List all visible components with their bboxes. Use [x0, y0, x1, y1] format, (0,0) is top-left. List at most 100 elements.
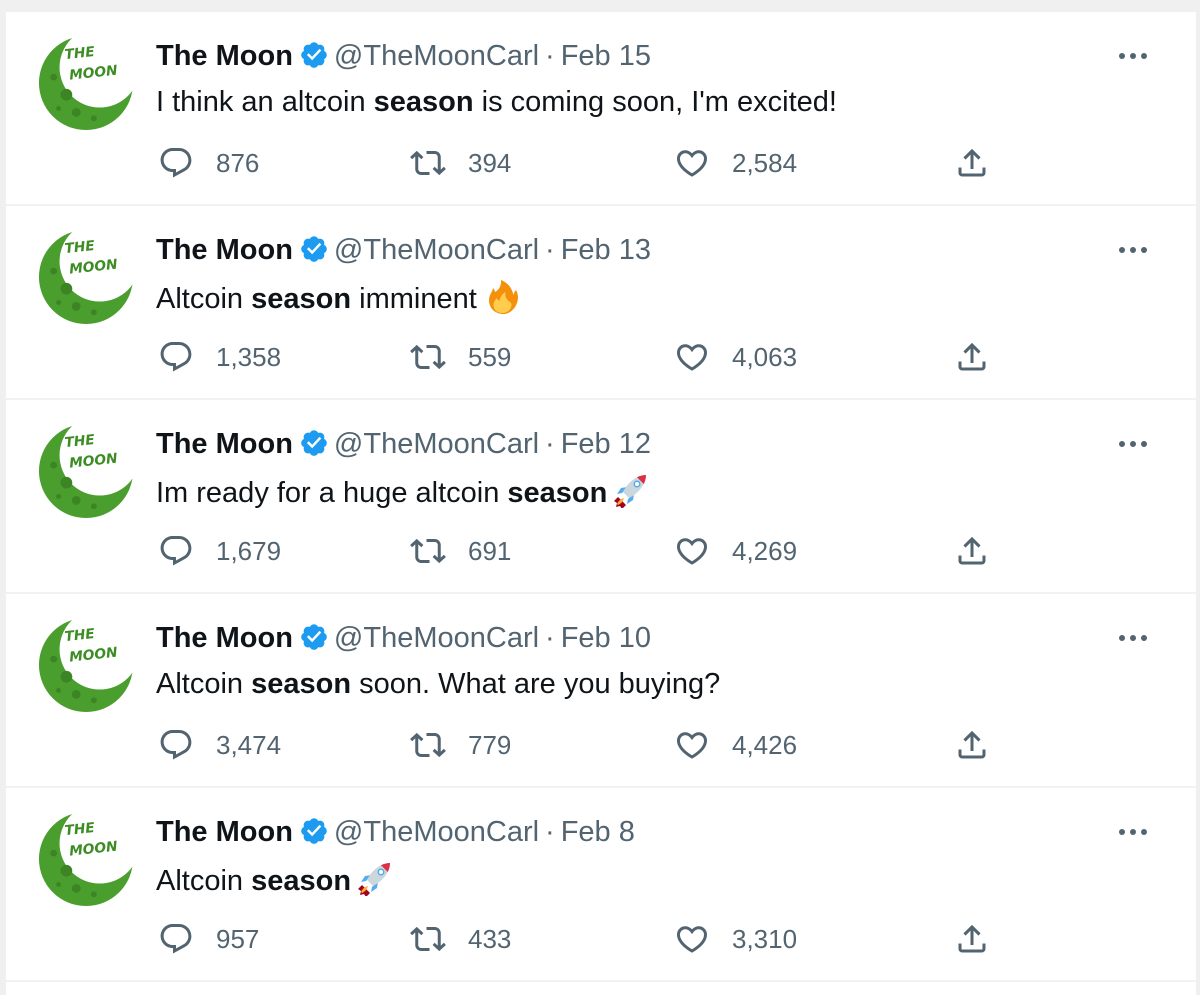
more-options-button[interactable] — [1113, 242, 1153, 258]
avatar[interactable]: THE MOON — [37, 34, 135, 132]
reply-button[interactable]: 1,358 — [158, 337, 281, 377]
author-handle[interactable]: @TheMoonCarl — [334, 428, 539, 460]
retweet-button[interactable]: 691 — [410, 531, 511, 571]
like-button[interactable]: 2,584 — [674, 143, 797, 183]
rocket-emoji-icon — [358, 863, 391, 896]
retweet-button[interactable]: 394 — [410, 143, 511, 183]
reply-button[interactable]: 876 — [158, 143, 259, 183]
reply-count: 957 — [216, 923, 260, 954]
tweet-text-part: Altcoin — [156, 668, 252, 700]
share-button[interactable] — [954, 143, 990, 183]
tweet-text: Altcoin season soon. What are you buying… — [156, 666, 720, 702]
tweet-header: The Moon @TheMoonCarl · Feb 10 — [156, 621, 651, 655]
retweet-count: 779 — [468, 729, 512, 760]
moon-logo-icon: THE MOON — [38, 616, 135, 713]
tweet-text-bold: season — [507, 477, 608, 509]
like-button[interactable]: 4,063 — [674, 337, 797, 377]
retweet-count: 433 — [468, 923, 512, 954]
heart-icon — [676, 150, 708, 177]
avatar[interactable]: THE MOON — [37, 228, 135, 326]
fire-emoji-icon — [488, 280, 518, 314]
retweet-icon — [410, 344, 446, 370]
tweet-date[interactable]: Feb 10 — [561, 622, 651, 654]
tweet-3[interactable]: THE MOON The Moon @TheMoonCarl · Feb 12 Im … — [6, 400, 1196, 594]
more-options-button[interactable] — [1113, 824, 1153, 840]
reply-icon — [160, 536, 192, 566]
tweet-date[interactable]: Feb 13 — [561, 234, 651, 266]
reply-button[interactable]: 957 — [158, 919, 259, 959]
share-icon — [958, 924, 986, 953]
tweet-1[interactable]: THE MOON The Moon @TheMoonCarl · Feb 15 I t… — [6, 12, 1196, 206]
tweet-text-bold: season — [251, 283, 352, 315]
more-icon — [1119, 635, 1147, 641]
share-button[interactable] — [954, 531, 990, 571]
tweet-text-part: Altcoin — [156, 865, 252, 897]
verified-badge-icon — [301, 818, 327, 844]
share-icon — [958, 342, 986, 371]
separator-dot: · — [545, 428, 555, 460]
author-name[interactable]: The Moon — [156, 816, 293, 848]
reply-count: 3,474 — [216, 729, 282, 760]
heart-icon — [676, 538, 708, 565]
more-icon — [1119, 247, 1147, 253]
author-handle[interactable]: @TheMoonCarl — [334, 40, 539, 72]
more-options-button[interactable] — [1113, 436, 1153, 452]
heart-icon — [676, 732, 708, 759]
author-name[interactable]: The Moon — [156, 234, 293, 266]
tweet-date[interactable]: Feb 15 — [561, 40, 651, 72]
tweet-text-part: Im ready for a huge altcoin — [156, 477, 508, 509]
verified-badge-icon — [301, 624, 327, 650]
avatar[interactable]: THE MOON — [37, 810, 135, 908]
author-name[interactable]: The Moon — [156, 428, 293, 460]
like-button[interactable]: 3,310 — [674, 919, 797, 959]
share-button[interactable] — [954, 919, 990, 959]
tweet-text-part: is coming soon, I'm excited! — [473, 86, 837, 118]
more-icon — [1119, 829, 1147, 835]
retweet-icon — [410, 538, 446, 564]
svg-text:THE: THE — [64, 238, 96, 257]
emoji-slot — [607, 475, 649, 509]
retweet-count: 691 — [468, 535, 512, 566]
avatar[interactable]: THE MOON — [37, 616, 135, 714]
reply-button[interactable]: 3,474 — [158, 725, 281, 765]
tweet-4[interactable]: THE MOON The Moon @TheMoonCarl · Feb 10 Alt… — [6, 594, 1196, 788]
like-button[interactable]: 4,426 — [674, 725, 797, 765]
moon-logo-icon: THE MOON — [38, 228, 135, 325]
tweet-date[interactable]: Feb 12 — [561, 428, 651, 460]
share-icon — [958, 148, 986, 177]
author-handle[interactable]: @TheMoonCarl — [334, 622, 539, 654]
tweet-text-part: I think an altcoin — [156, 86, 374, 118]
separator-dot: · — [545, 40, 555, 72]
author-name[interactable]: The Moon — [156, 40, 293, 72]
like-count: 4,426 — [732, 729, 798, 760]
tweet-header: The Moon @TheMoonCarl · Feb 8 — [156, 815, 635, 849]
svg-text:THE: THE — [64, 626, 96, 645]
separator-dot: · — [545, 816, 555, 848]
author-handle[interactable]: @TheMoonCarl — [334, 816, 539, 848]
retweet-button[interactable]: 779 — [410, 725, 511, 765]
svg-text:THE: THE — [64, 820, 96, 839]
share-icon — [958, 730, 986, 759]
avatar[interactable]: THE MOON — [37, 422, 135, 520]
retweet-button[interactable]: 559 — [410, 337, 511, 377]
tweet-text: Altcoin season — [156, 860, 393, 899]
tweet-text-bold: season — [251, 865, 352, 897]
reply-icon — [160, 924, 192, 954]
share-button[interactable] — [954, 725, 990, 765]
reply-icon — [160, 148, 192, 178]
retweet-icon — [410, 150, 446, 176]
author-handle[interactable]: @TheMoonCarl — [334, 234, 539, 266]
emoji-slot — [351, 863, 393, 897]
more-options-button[interactable] — [1113, 48, 1153, 64]
tweet-date[interactable]: Feb 8 — [561, 816, 635, 848]
reply-button[interactable]: 1,679 — [158, 531, 281, 571]
retweet-button[interactable]: 433 — [410, 919, 511, 959]
like-count: 4,269 — [732, 535, 798, 566]
share-button[interactable] — [954, 337, 990, 377]
tweet-text-bold: season — [373, 86, 474, 118]
tweet-2[interactable]: THE MOON The Moon @TheMoonCarl · Feb 13 Alt… — [6, 206, 1196, 400]
more-options-button[interactable] — [1113, 630, 1153, 646]
like-button[interactable]: 4,269 — [674, 531, 797, 571]
tweet-5[interactable]: THE MOON The Moon @TheMoonCarl · Feb 8 Altc… — [6, 788, 1196, 982]
author-name[interactable]: The Moon — [156, 622, 293, 654]
